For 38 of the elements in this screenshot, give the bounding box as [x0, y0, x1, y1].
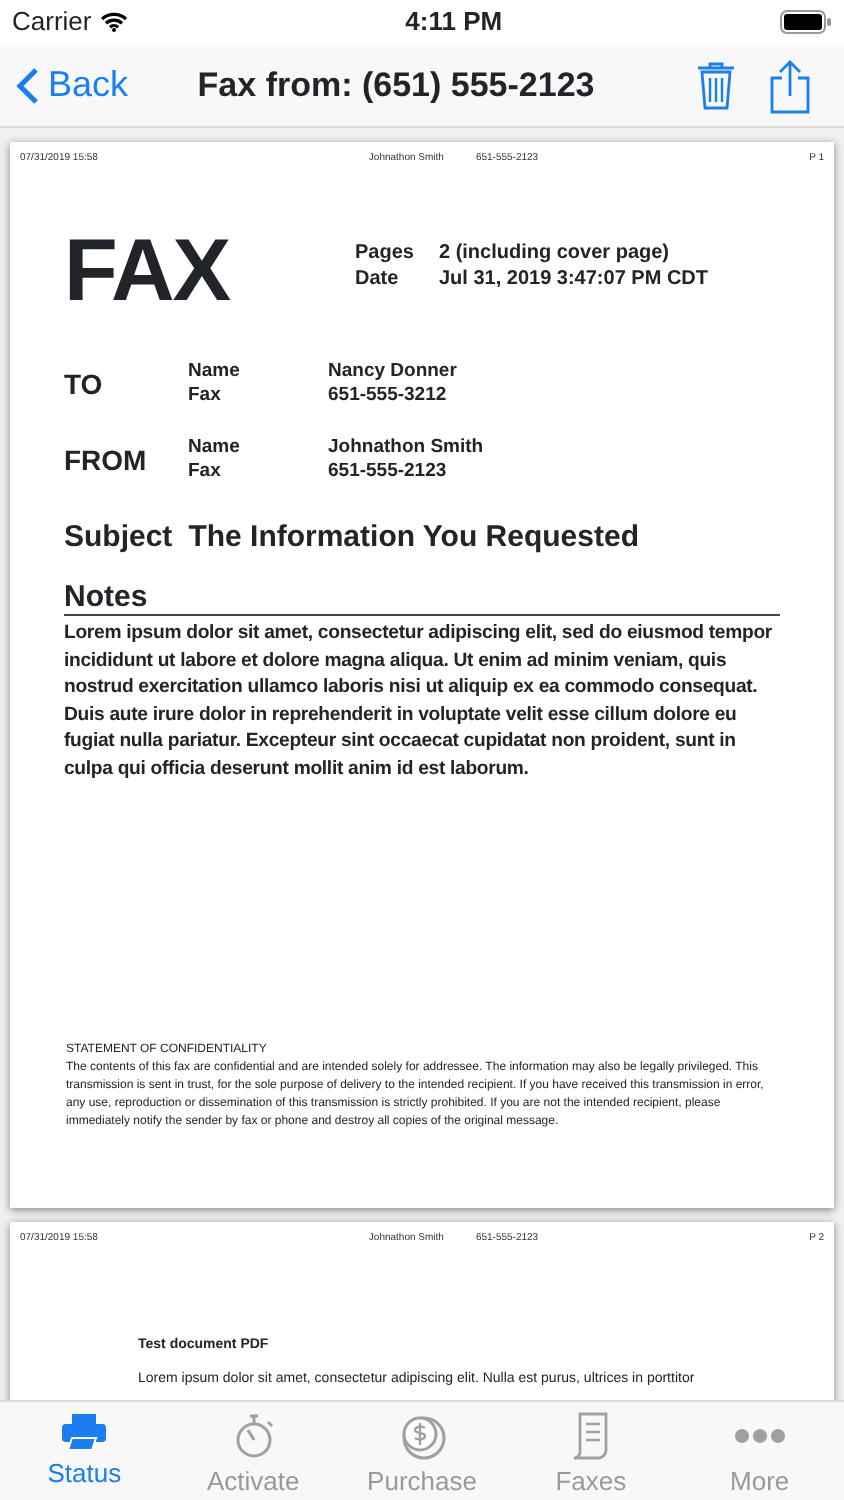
- field-value: 651-555-2123: [328, 459, 447, 483]
- notes-paragraph: Lorem ipsum dolor sit amet, consectetur adipiscing elit, sed do eiusmod tempor incididunt ut labore et dolore magna aliqua. Ut enim ad minim veniam, quis nostrud exercitation ullamco laboris nisi ut aliquip ex ea commodo consequat. Duis aute irure dolor in reprehenderit in voluptate velit esse cillum dolore eu fugiat nulla pariatur. Excepteur sint occaecat cupidatat non proident, sunt in culpa qui officia deserunt mollit anim id est laborum.: [64, 620, 774, 782]
- field-value: Johnathon Smith: [328, 435, 484, 459]
- scroll-icon: [570, 1412, 611, 1460]
- field-value: Nancy Donner: [328, 359, 457, 383]
- carrier-label: Carrier: [12, 4, 92, 41]
- subject-text: The Information You Requested: [188, 517, 639, 557]
- clock-time: 4:11 PM: [405, 4, 503, 41]
- tab-bar-item[interactable]: Faxes: [506, 1402, 676, 1500]
- wifi-icon: [99, 12, 128, 32]
- back-button[interactable]: Back: [16, 58, 129, 112]
- field-label: Fax: [188, 383, 223, 407]
- meta-label: Pages: [354, 239, 416, 265]
- field-value: 651-555-3212: [328, 383, 447, 407]
- more-icon: [733, 1428, 786, 1444]
- coins-icon: [398, 1412, 447, 1460]
- tab-bar-item[interactable]: Purchase: [337, 1402, 507, 1500]
- stopwatch-icon: [231, 1412, 276, 1460]
- fax-heading: FAX: [64, 227, 230, 315]
- notes-heading: Notes: [64, 580, 148, 614]
- nav-title: Fax from: (651) 555-2123: [195, 63, 597, 108]
- subject-label: Subject: [64, 517, 173, 557]
- delete-button[interactable]: [696, 59, 736, 111]
- battery-icon: [780, 10, 832, 34]
- party-role: TO: [64, 365, 105, 403]
- tab-bar-item[interactable]: Status: [0, 1402, 169, 1500]
- field-label: Name: [188, 359, 242, 383]
- meta-label: Date: [354, 265, 401, 291]
- meta-value: Jul 31, 2019 3:47:07 PM CDT: [438, 265, 708, 291]
- tab-bar-item[interactable]: More: [675, 1402, 844, 1500]
- meta-value: 2 (including cover page): [438, 239, 670, 265]
- field-label: Fax: [188, 459, 223, 483]
- chevron-left-icon: [16, 65, 40, 105]
- field-label: Name: [188, 435, 242, 459]
- party-role: FROM: [64, 441, 149, 479]
- tab-bar-item[interactable]: Activate: [168, 1402, 338, 1500]
- printer-icon: [60, 1412, 109, 1452]
- share-button[interactable]: [768, 57, 812, 113]
